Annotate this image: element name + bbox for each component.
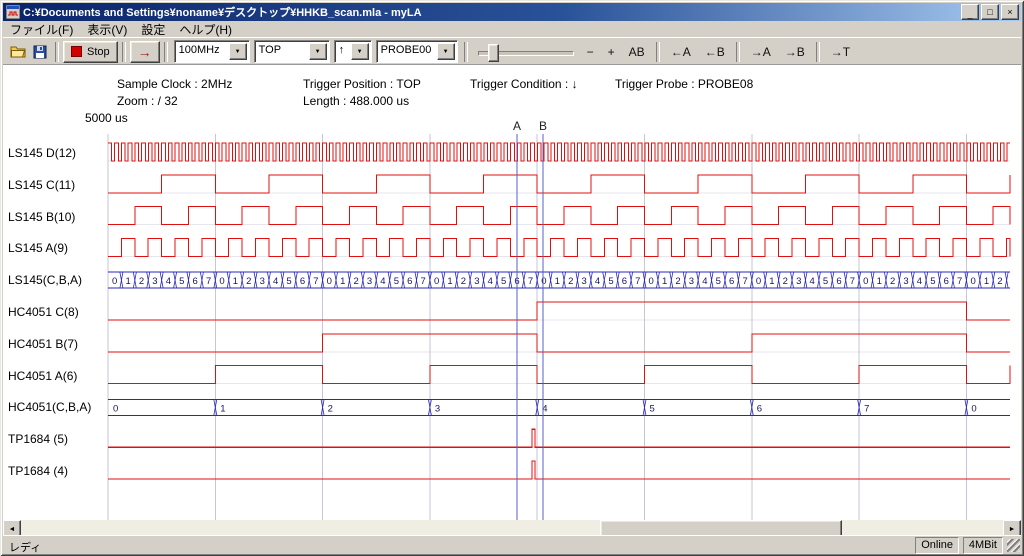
close-icon: × [1007,8,1012,17]
minimize-button[interactable]: _ [961,4,979,20]
chevron-down-icon[interactable]: ▼ [309,43,327,60]
timeline-label: 5000 us [85,111,128,125]
channel-label[interactable]: HC4051(C,B,A) [8,400,91,414]
scroll-left-icon: ◄ [9,526,16,533]
horizontal-scrollbar[interactable]: ◄ ► [3,520,1021,536]
trigger-probe-value: PROBE00 [377,41,437,62]
save-file-button[interactable] [29,41,51,63]
sample-rate-value: 100MHz [175,41,229,62]
toolbar-separator [736,42,740,62]
cursor-a-label[interactable]: A [513,119,521,133]
menu-help[interactable]: ヘルプ(H) [172,20,239,39]
toolbar-separator [464,42,468,62]
stop-button-label: Stop [87,46,110,58]
trigger-position-value: TOP [255,41,309,62]
channel-label[interactable]: TP1684 (4) [8,464,68,478]
chevron-down-icon[interactable]: ▼ [351,43,369,60]
floppy-disk-icon [32,44,48,60]
maximize-button[interactable]: □ [981,4,999,20]
chevron-down-icon[interactable]: ▼ [437,43,455,60]
title-bar[interactable]: C:¥Documents and Settings¥noname¥デスクトップ¥… [3,3,1021,21]
run-arrow-icon: → [138,45,152,59]
zoom-slider[interactable] [476,41,576,63]
open-file-button[interactable] [7,41,29,63]
app-icon [6,5,20,19]
toolbar-separator [122,42,126,62]
status-online-badge: Online [915,537,959,554]
channel-label[interactable]: LS145 B(10) [8,210,75,224]
cursor-b-label[interactable]: B [539,119,547,133]
open-folder-icon [10,44,26,60]
menu-view[interactable]: 表示(V) [80,20,134,39]
window-controls: _ □ × [961,4,1019,20]
menu-file[interactable]: ファイル(F) [3,20,80,39]
next-cursor-b-button[interactable]: →B [778,42,812,62]
channel-label[interactable]: LS145(C,B,A) [8,273,82,287]
status-ready-text: レディ [9,539,41,555]
trigger-probe-combo[interactable]: PROBE00 ▼ [376,40,458,63]
stop-icon [71,46,82,57]
trigger-position-combo[interactable]: TOP ▼ [254,40,330,63]
next-cursor-a-button[interactable]: →A [744,42,778,62]
zoom-in-button[interactable]: + [601,42,622,62]
toolbar: Stop → 100MHz ▼ TOP ▼ ↑ ▼ PROBE00 ▼ − + [3,37,1021,65]
zoom-slider-thumb[interactable] [488,44,499,62]
window-title: C:¥Documents and Settings¥noname¥デスクトップ¥… [23,4,961,20]
sample-clock-info: Sample Clock : 2MHz [117,77,232,91]
zoom-out-button[interactable]: − [580,42,601,62]
menu-bar: ファイル(F) 表示(V) 設定 ヘルプ(H) [3,21,1021,37]
resize-grip[interactable] [1007,539,1020,552]
channel-label[interactable]: LS145 C(11) [8,178,75,192]
stop-button[interactable]: Stop [63,41,118,63]
toolbar-separator [816,42,820,62]
trigger-edge-combo[interactable]: ↑ ▼ [334,40,372,63]
zoom-info: Zoom : / 32 [117,94,178,108]
channel-label[interactable]: HC4051 B(7) [8,337,78,351]
close-button[interactable]: × [1001,4,1019,20]
prev-cursor-a-button[interactable]: ←A [664,42,698,62]
chevron-down-icon[interactable]: ▼ [229,43,247,60]
trigger-probe-info: Trigger Probe : PROBE08 [615,77,753,91]
channel-label[interactable]: HC4051 A(6) [8,369,77,383]
status-bar: レディ Online 4MBit [3,535,1021,553]
menu-settings[interactable]: 設定 [134,20,172,39]
toolbar-separator [55,42,59,62]
trigger-condition-info: Trigger Condition : ↓ [470,77,578,91]
toolbar-separator [656,42,660,62]
run-button[interactable]: → [130,41,160,63]
channel-label[interactable]: LS145 A(9) [8,241,68,255]
goto-trigger-button[interactable]: →T [824,42,857,62]
toolbar-separator [164,42,168,62]
channel-label[interactable]: TP1684 (5) [8,432,68,446]
length-info: Length : 488.000 us [303,94,409,108]
channel-label[interactable]: HC4051 C(8) [8,305,79,319]
maximize-icon: □ [987,8,992,17]
trigger-edge-value: ↑ [335,41,351,62]
channel-label[interactable]: LS145 D(12) [8,146,76,160]
prev-cursor-b-button[interactable]: ←B [698,42,732,62]
cursor-ab-button[interactable]: AB [622,42,652,62]
sample-rate-combo[interactable]: 100MHz ▼ [174,40,250,63]
trigger-position-info: Trigger Position : TOP [303,77,421,91]
client-area: Sample Clock : 2MHz Trigger Position : T… [3,64,1021,520]
status-memory-badge: 4MBit [963,537,1003,554]
minimize-icon: _ [967,10,972,19]
scroll-right-icon: ► [1009,526,1016,533]
app-window: C:¥Documents and Settings¥noname¥デスクトップ¥… [0,0,1024,556]
